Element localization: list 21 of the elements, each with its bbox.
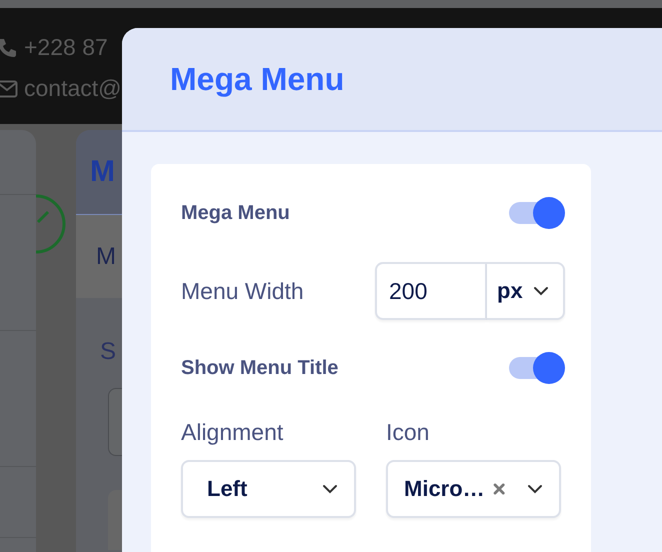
card-title: M — [90, 155, 115, 189]
modal-title: Mega Menu — [170, 60, 344, 98]
phone-icon — [0, 36, 18, 58]
select-dropdown[interactable]: Left — [181, 460, 356, 518]
toggle-switch[interactable] — [509, 197, 565, 229]
field-label: Icon — [386, 419, 430, 446]
select-dropdown[interactable]: Micro… — [386, 460, 561, 518]
width-input[interactable]: 200 — [375, 262, 487, 320]
setting-label: Menu Width — [181, 278, 304, 304]
input-field[interactable] — [108, 388, 122, 456]
mail-icon — [0, 80, 18, 98]
email-address: contact@ — [24, 75, 122, 102]
chevron-down-icon[interactable] — [533, 286, 549, 296]
field-label: Alignment — [181, 419, 284, 446]
setting-label: Mega Menu — [181, 202, 290, 224]
phone-number: +228 87 — [24, 34, 108, 61]
chevron-down-icon[interactable] — [527, 484, 543, 494]
setting-label: Show Menu Title — [181, 356, 338, 380]
unit-dropdown[interactable]: px — [487, 262, 565, 320]
toggle-switch[interactable] — [509, 352, 565, 384]
chevron-down-icon[interactable] — [322, 484, 338, 494]
